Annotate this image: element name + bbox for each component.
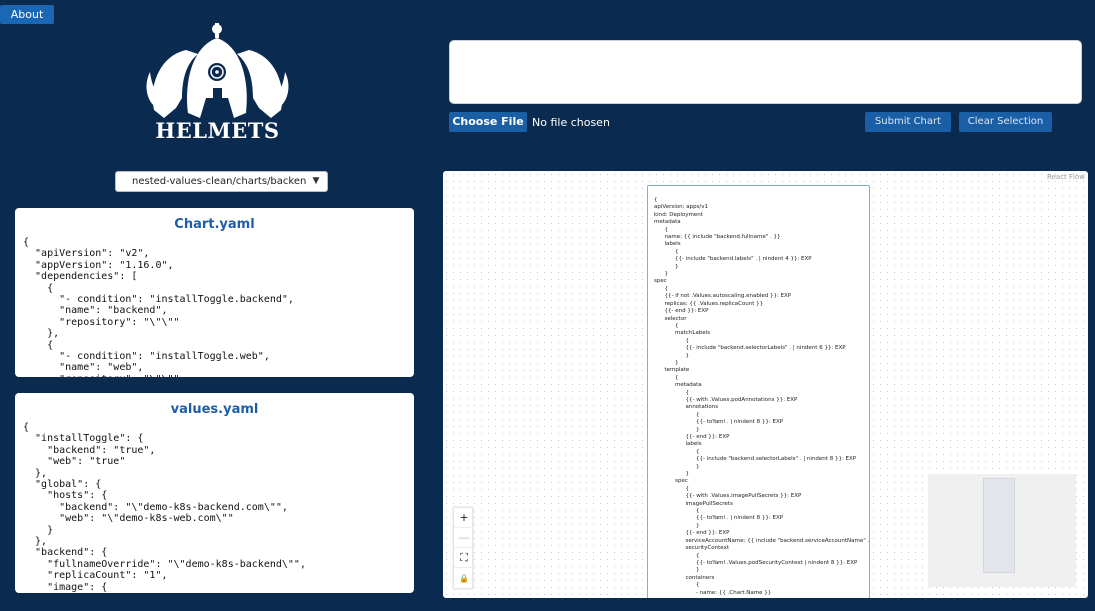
about-button[interactable]: About: [0, 5, 54, 24]
clear-selection-button[interactable]: Clear Selection: [959, 112, 1052, 132]
file-status-text: No file chosen: [532, 115, 610, 129]
flow-minimap[interactable]: [928, 474, 1076, 587]
values-yaml-panel: values.yaml { "installToggle": { "backen…: [15, 393, 414, 593]
chart-yaml-content: { "apiVersion": "v2", "appVersion": "1.1…: [23, 237, 294, 377]
chart-yaml-panel: Chart.yaml { "apiVersion": "v2", "appVer…: [15, 208, 414, 377]
template-select-value: nested-values-clean/charts/backend/templ…: [132, 176, 306, 187]
minus-icon: —: [458, 531, 470, 544]
values-yaml-title: values.yaml: [170, 402, 259, 417]
react-flow-attribution[interactable]: React Flow: [1047, 173, 1085, 181]
fit-view-button[interactable]: ⛶: [454, 548, 474, 568]
react-flow-canvas[interactable]: React Flow { apiVersion: apps/v1 kind: D…: [443, 171, 1088, 598]
choose-file-button[interactable]: Choose File: [449, 112, 527, 132]
zoom-in-button[interactable]: +: [454, 508, 474, 528]
zoom-out-button[interactable]: —: [454, 528, 474, 548]
plus-icon: +: [459, 511, 469, 524]
chart-textarea[interactable]: [449, 40, 1082, 104]
submit-chart-button[interactable]: Submit Chart: [865, 112, 951, 132]
template-node[interactable]: { apiVersion: apps/v1 kind: Deployment m…: [647, 185, 870, 598]
values-yaml-content: { "installToggle": { "backend": "true", …: [23, 422, 306, 593]
minimap-node: [983, 478, 1015, 573]
logo-text: HELMETS: [155, 118, 280, 143]
lock-button[interactable]: 🔒: [454, 568, 474, 588]
file-upload-row: Choose File No file chosen: [449, 112, 610, 132]
chart-yaml-title: Chart.yaml: [174, 217, 255, 232]
chevron-down-icon: ▼: [312, 176, 320, 186]
lock-icon: 🔒: [459, 573, 469, 583]
template-node-content: { apiVersion: apps/v1 kind: Deployment m…: [654, 197, 870, 596]
fit-view-icon: ⛶: [460, 550, 468, 564]
flow-controls: + — ⛶ 🔒: [453, 507, 474, 589]
template-select[interactable]: nested-values-clean/charts/backend/templ…: [115, 171, 328, 192]
